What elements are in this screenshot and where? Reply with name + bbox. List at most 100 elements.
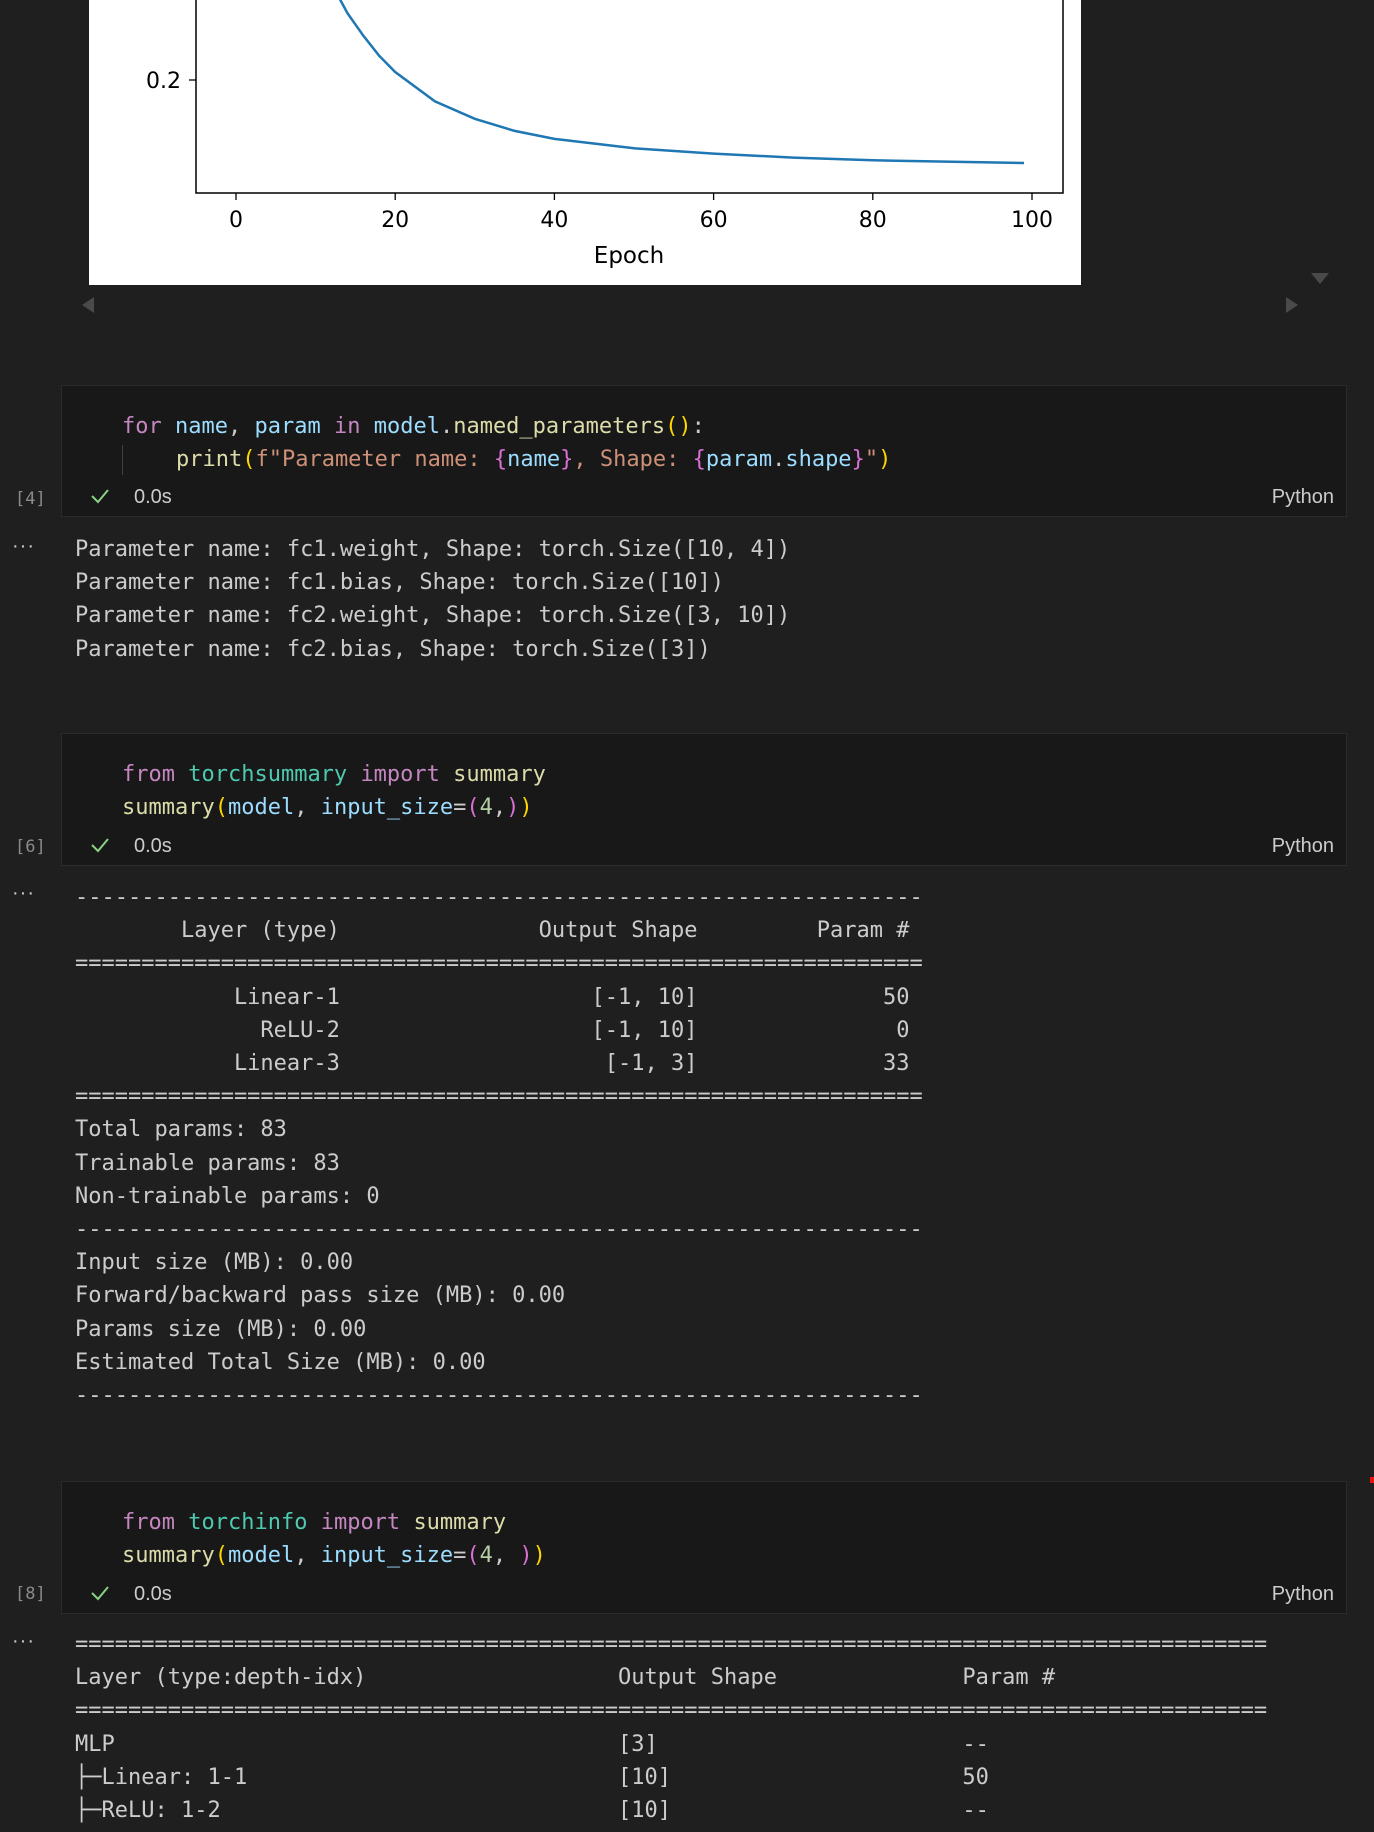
code-token: ( [214,795,228,820]
output-more-icon[interactable]: ··· [12,1630,35,1653]
code-token: , [227,414,255,439]
code-token: ( [242,447,256,472]
code-token: param [254,414,321,439]
output-line: Parameter name: fc1.bias, Shape: torch.S… [75,570,725,596]
x-tick-label: 0 [229,208,243,233]
output-line: MLP [3] -- [75,1731,989,1757]
code-token: shape [785,447,852,472]
code-token: print [175,447,243,472]
code-token: } [851,447,865,472]
output-more-icon[interactable]: ··· [12,535,35,558]
cell-language-button[interactable]: Python [1272,486,1334,509]
collapse-output-arrow[interactable] [1311,273,1329,284]
cell-status-bar: 0.0s Python [62,829,1346,865]
output-more-icon[interactable]: ··· [12,882,35,905]
cell-code[interactable]: for name, param in model.named_parameter… [122,410,891,476]
y-tick-label: 0.2 [146,69,181,94]
code-token: torchinfo [188,1510,308,1535]
check-icon [91,489,109,504]
code-token: input_size [320,795,454,820]
code-cell-6[interactable]: from torchsummary import summary summary… [61,733,1347,866]
output-line: ├─ReLU: 1-2 [10] -- [75,1798,989,1824]
check-icon [91,838,109,853]
plot-axes-frame [195,0,1064,194]
execution-time: 0.0s [134,835,172,857]
output-line: ========================================… [75,1698,1268,1724]
output-line: Forward/backward pass size (MB): 0.00 [75,1283,566,1309]
code-token: { [692,447,706,472]
code-token: summary [453,762,546,787]
code-token: = [453,1543,467,1568]
code-token: ) [519,1543,533,1568]
code-token: . [772,447,786,472]
output-line: Non-trainable params: 0 [75,1183,380,1209]
scroll-left-arrow[interactable] [82,297,94,313]
code-token: ) [678,414,692,439]
code-token: : [691,414,705,439]
output-line: ├─Linear: 1-1 [10] 50 [75,1764,989,1790]
execution-count: [4] [15,489,46,509]
code-token: named_parameters [453,414,666,439]
output-line: ========================================… [75,1084,923,1110]
code-token: import [320,1510,401,1535]
cell-language-button[interactable]: Python [1272,835,1334,858]
code-token: , [492,795,507,820]
code-token: model [373,414,440,439]
code-token: name [507,447,561,472]
cell-code[interactable]: from torchinfo import summary summary(mo… [122,1506,546,1572]
code-token: ) [519,795,533,820]
cell-output: ========================================… [75,1628,1267,1827]
x-axis-label: Epoch [594,243,664,269]
code-token: 4 [479,795,493,820]
code-token: name [175,414,228,439]
output-line: Layer (type) Output Shape Param # [75,918,910,944]
indent-guide [122,445,123,475]
output-line: Total params: 83 [75,1117,287,1143]
scroll-right-arrow[interactable] [1286,297,1298,313]
code-token: ( [466,795,480,820]
check-icon [91,1586,109,1601]
execution-count: [6] [15,837,46,857]
execution-time: 0.0s [134,486,172,508]
output-line: Input size (MB): 0.00 [75,1250,354,1276]
execution-count: [8] [15,1584,46,1604]
output-line: ========================================… [75,951,923,977]
output-line: Parameter name: fc1.weight, Shape: torch… [75,537,791,562]
output-line: ----------------------------------------… [75,1383,923,1409]
code-cell-4[interactable]: for name, param in model.named_parameter… [61,385,1347,517]
cell-status-bar: 0.0s Python [62,480,1346,516]
code-token: , Shape: [573,447,693,472]
x-tick-label: 80 [859,208,887,233]
loss-plot: 0 20 40 60 80 100 0.2 Epoch [89,0,1081,285]
output-line: Layer (type:depth-idx) Output Shape Para… [75,1665,1056,1691]
code-token: summary [122,1543,215,1568]
code-token: for [122,414,162,439]
code-token: import [360,762,440,787]
scrollbar-marker [1370,1477,1374,1483]
code-cell-8[interactable]: from torchinfo import summary summary(mo… [61,1481,1347,1614]
code-token: param [705,447,773,472]
output-line: Trainable params: 83 [75,1150,340,1176]
loss-line [338,0,1025,165]
code-token: from [122,1510,175,1535]
code-token: , [294,795,321,820]
code-token: , [294,1543,321,1568]
cell-code[interactable]: from torchsummary import summary summary… [122,758,546,824]
code-token: ) [506,795,520,820]
code-token: torchsummary [188,762,348,787]
output-line: ========================================… [75,1632,1268,1657]
output-line: Linear-1 [-1, 10] 50 [75,984,910,1010]
cell-language-button[interactable]: Python [1272,1583,1334,1606]
code-token: f"Parameter name: [255,447,494,472]
code-token: input_size [320,1543,454,1568]
cell-status-bar: 0.0s Python [62,1577,1346,1613]
code-token: , [492,1543,520,1568]
code-token: model [227,1543,295,1568]
code-token: " [864,447,879,472]
code-token: from [122,762,175,787]
code-token: summary [122,795,215,820]
output-line: Estimated Total Size (MB): 0.00 [75,1349,486,1375]
output-line: ----------------------------------------… [75,1217,923,1243]
x-tick-label: 40 [540,208,568,233]
code-token: ( [665,414,679,439]
